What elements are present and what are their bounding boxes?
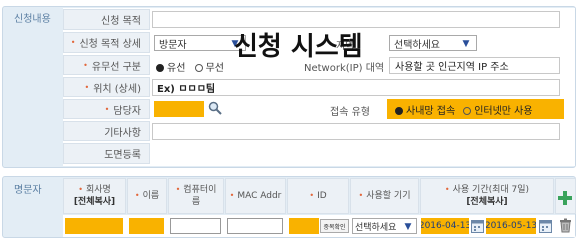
network-type-label: • 유무선 구분 <box>63 55 150 75</box>
network-ip-input[interactable]: 사용할 곳 인근지역 IP 주소 <box>389 57 560 74</box>
purpose-label: 신청 목적 <box>63 9 150 30</box>
company-input[interactable] <box>65 218 123 234</box>
header-id: • ID <box>287 178 349 214</box>
header-computer: • 컴퓨터이 름 <box>168 178 224 214</box>
calendar-icon[interactable] <box>539 219 552 233</box>
id-duplicate-check-button[interactable]: 중복확인 <box>320 219 349 233</box>
calendar-icon[interactable] <box>471 219 484 233</box>
header-usage: • 사용할 기기 <box>350 178 419 214</box>
id-input[interactable] <box>289 218 319 234</box>
purpose-detail-label: • 신청 목적 상세 <box>63 32 150 53</box>
purpose-detail-select[interactable]: 방문자 ▼ <box>154 35 246 51</box>
radio-wired[interactable]: 유선 <box>156 63 185 74</box>
end-date-input[interactable]: 2016-05-13 <box>486 218 536 234</box>
radio-wireless[interactable]: 무선 <box>194 63 224 74</box>
computer-name-input[interactable] <box>170 218 221 234</box>
manager-label: • 담당자 <box>63 99 150 119</box>
name-input[interactable] <box>129 218 164 234</box>
search-icon[interactable] <box>207 100 223 116</box>
header-period: • 사용 기간(최대 7일) [전체복사] <box>420 178 554 214</box>
location-input[interactable]: Ex) ㅁㅁㅁ팀 <box>152 79 560 96</box>
radio-wired-dot[interactable] <box>156 64 164 72</box>
header-name: • 이름 <box>127 178 167 214</box>
mac-addr-input[interactable] <box>227 218 283 234</box>
access-type-label: 접속 유형 <box>330 107 370 118</box>
network-ip-label: Network(IP) 대역 <box>304 63 385 74</box>
radio-wireless-dot[interactable] <box>194 64 203 72</box>
drawing-label: 도면등록 <box>63 143 150 164</box>
plus-icon[interactable] <box>558 191 572 205</box>
location-label: • 위치 (상세) <box>63 77 150 97</box>
radio-intranet-dot[interactable] <box>395 106 403 115</box>
radio-internet-only-dot[interactable] <box>463 106 472 115</box>
system-title: 신청 시스템 <box>234 32 363 62</box>
usage-select[interactable]: 선택하세요 ▼ <box>352 218 417 234</box>
company-copy-all-link[interactable]: [전체복사] <box>74 196 115 208</box>
other-input[interactable] <box>152 123 560 140</box>
drawing-area[interactable] <box>152 143 564 164</box>
radio-internet-only[interactable]: 인터넷만 사용 <box>463 102 533 117</box>
period-copy-all-link[interactable]: [전체복사] <box>466 196 507 208</box>
header-mac: • MAC Addr <box>225 178 286 214</box>
region-select[interactable]: 선택하세요 ▼ <box>389 35 477 51</box>
manager-input[interactable] <box>154 101 204 117</box>
list-section-label: 명문자 <box>14 185 42 196</box>
radio-intranet[interactable]: 사내망 접속 <box>395 102 455 117</box>
access-type-radio-group: 사내망 접속 인터넷만 사용 <box>387 99 564 119</box>
apply-section-label: 신청내용 <box>14 14 51 25</box>
chevron-down-icon: ▼ <box>462 39 470 49</box>
network-type-radio-group: 유선 무선 <box>156 59 224 74</box>
header-company: • 회사명 [전체복사] <box>63 178 126 214</box>
start-date-input[interactable]: 2016-04-13 <box>421 218 469 234</box>
chevron-down-icon: ▼ <box>404 222 412 232</box>
trash-icon[interactable] <box>559 218 572 233</box>
other-label: 기타사항 <box>63 121 150 141</box>
